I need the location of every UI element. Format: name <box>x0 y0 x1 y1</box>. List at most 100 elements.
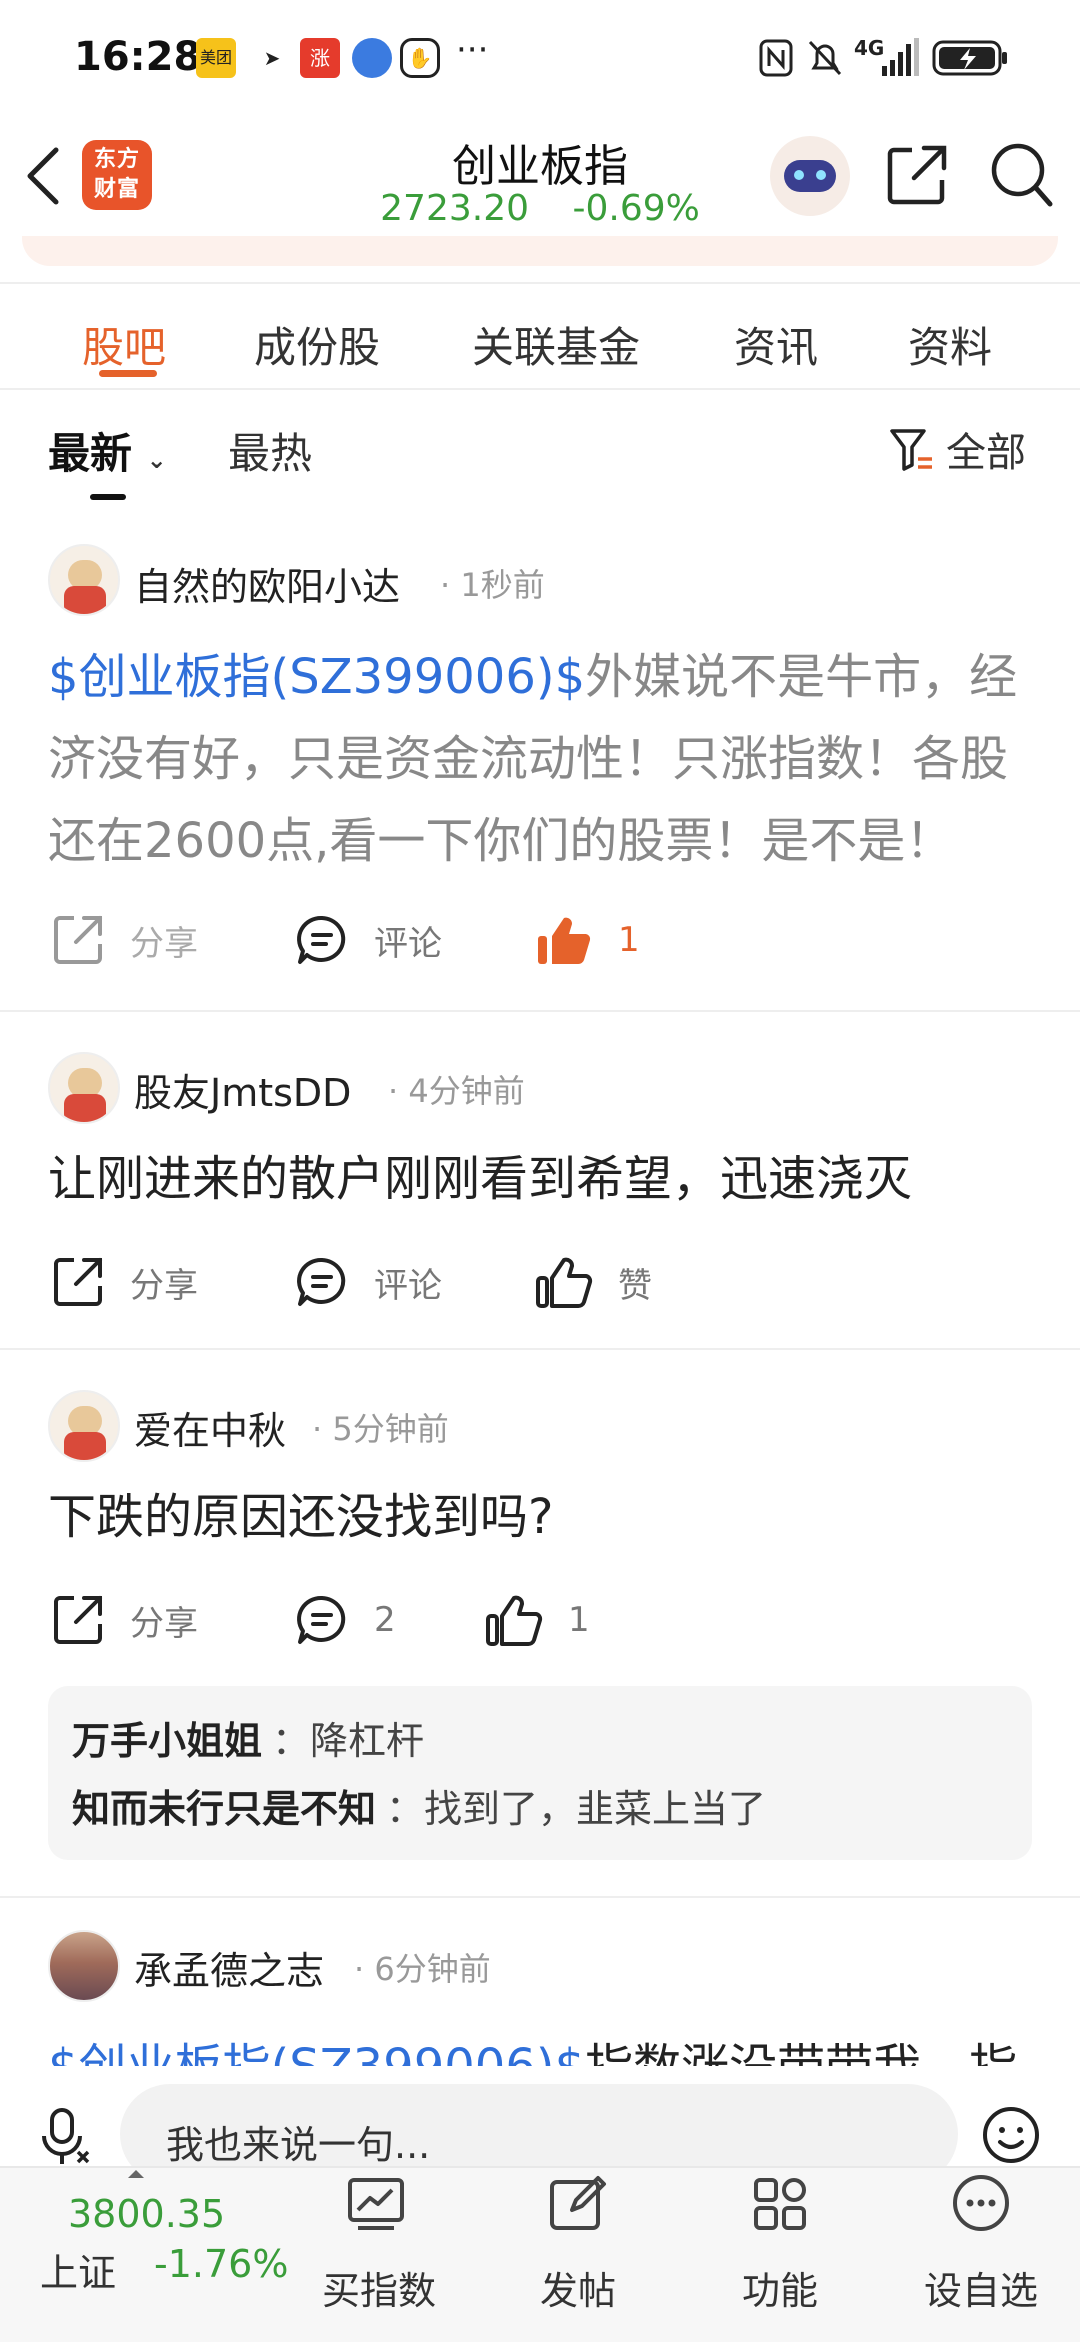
stock-tag-link[interactable]: $创业板指(SZ399006)$ <box>48 2039 585 2066</box>
comment-label: 评论 <box>374 923 442 964</box>
post-item[interactable]: 爱在中秋 · 5分钟前 下跌的原因还没找到吗? 分享 2 1 万手小姐姐 ：降杠杆… <box>0 1348 1080 1898</box>
subtab-indicator <box>90 494 126 500</box>
comment-action[interactable]: 2 <box>294 1592 396 1648</box>
post-time-text: 4分钟前 <box>408 1072 525 1110</box>
emoji-icon[interactable] <box>980 2104 1042 2166</box>
post-author[interactable]: 承孟德之志 <box>134 1940 324 1995</box>
comment-placeholder: 我也来说一句... <box>166 2123 431 2167</box>
post-author[interactable]: 股友JmtsDD <box>134 1062 351 1117</box>
post-author[interactable]: 爱在中秋 <box>134 1400 286 1455</box>
sort-hot[interactable]: 最热 <box>228 420 312 481</box>
share-action[interactable]: 分享 <box>50 912 198 968</box>
post-content[interactable]: 下跌的原因还没找到吗? <box>48 1476 1038 1558</box>
comment-label: 评论 <box>374 1265 442 1306</box>
like-count: 1 <box>618 920 640 960</box>
avatar[interactable] <box>48 544 120 616</box>
comment-bubble-icon <box>297 1257 346 1306</box>
tab-guba[interactable]: 股吧 <box>82 314 166 375</box>
tab-news[interactable]: 资讯 <box>734 314 818 375</box>
share-icon <box>54 1596 102 1644</box>
hand-app-icon: ✋ <box>400 38 440 78</box>
reply-item: 知而未行只是不知 ：找到了，韭菜上当了 <box>72 1778 766 1833</box>
share-label: 分享 <box>130 1265 198 1306</box>
filter-icon <box>890 429 932 471</box>
share-label: 分享 <box>130 923 198 964</box>
avatar[interactable] <box>48 1930 120 2002</box>
sort-latest[interactable]: 最新 ⌄ <box>48 420 167 481</box>
status-time: 16:28 <box>74 34 202 80</box>
more-circle-icon[interactable] <box>950 2172 1012 2234</box>
thumbs-up-filled-icon <box>538 917 591 965</box>
compose-post-icon[interactable] <box>548 2174 608 2234</box>
voice-input-icon[interactable] <box>40 2106 92 2168</box>
comment-count: 2 <box>374 1600 396 1640</box>
expand-caret-icon[interactable] <box>128 2170 144 2178</box>
like-action[interactable]: 1 <box>534 912 640 968</box>
comment-bubble-icon <box>297 1595 346 1644</box>
more-notifications-icon: ··· <box>456 30 489 70</box>
like-count: 1 <box>568 1600 590 1640</box>
tab-components[interactable]: 成份股 <box>254 314 380 375</box>
index-change: -0.69% <box>572 188 700 229</box>
robot-assistant-icon[interactable] <box>770 136 850 216</box>
post-item[interactable]: 自然的欧阳小达 · 1秒前 $创业板指(SZ399006)$外媒说不是牛市，经济… <box>0 520 1080 1012</box>
like-action[interactable]: 1 <box>484 1592 590 1648</box>
nav-buy-index[interactable]: 买指数 <box>322 2260 436 2315</box>
battery-icon <box>932 40 1007 76</box>
buy-index-chart-icon[interactable] <box>346 2174 406 2234</box>
avatar[interactable] <box>48 1052 120 1124</box>
comment-bubble-icon <box>297 915 346 964</box>
reply-item: 万手小姐姐 ：降杠杆 <box>72 1710 424 1765</box>
tab-bar: 股吧 成份股 关联基金 资讯 资料 <box>0 282 1080 390</box>
mute-bell-icon <box>808 40 842 76</box>
tab-related-funds[interactable]: 关联基金 <box>472 314 640 375</box>
nav-post[interactable]: 发帖 <box>540 2260 616 2315</box>
banner-strip <box>22 236 1058 266</box>
status-bar: 16:28 美团 ➤ 涨 ✋ ··· 4G <box>0 0 1080 118</box>
post-item[interactable]: 股友JmtsDD · 4分钟前 让刚进来的散户刚刚看到希望，迅速浇灭 分享 评论… <box>0 1010 1080 1350</box>
reply-preview[interactable]: 万手小姐姐 ：降杠杆 知而未行只是不知 ：找到了，韭菜上当了 <box>48 1686 1032 1860</box>
signal-icon <box>882 38 919 76</box>
share-page-icon[interactable] <box>884 142 950 208</box>
post-author[interactable]: 自然的欧阳小达 <box>134 556 400 611</box>
reply-text: ：找到了，韭菜上当了 <box>386 1787 767 1831</box>
reply-user[interactable]: 知而未行只是不知 <box>72 1787 376 1831</box>
nav-index-name[interactable]: 上证 <box>40 2242 116 2297</box>
comment-action[interactable]: 评论 <box>294 912 442 968</box>
share-label: 分享 <box>130 1603 198 1644</box>
share-icon <box>54 1258 102 1306</box>
post-time-text: 1秒前 <box>460 566 545 604</box>
sort-latest-label: 最新 <box>48 429 133 478</box>
share-icon <box>54 916 102 964</box>
chevron-down-icon: ⌄ <box>146 446 167 474</box>
nav-index-value[interactable]: 3800.35 <box>68 2192 225 2236</box>
thumbs-up-icon <box>536 1257 593 1308</box>
feishu-app-icon: ➤ <box>263 46 281 70</box>
stock-tag-link[interactable]: $创业板指(SZ399006)$ <box>48 649 585 705</box>
post-time-text: 5分钟前 <box>332 1410 449 1448</box>
share-action[interactable]: 分享 <box>50 1592 198 1648</box>
reply-user[interactable]: 万手小姐姐 <box>72 1719 262 1763</box>
comment-action[interactable]: 评论 <box>294 1254 442 1310</box>
nav-add-watchlist[interactable]: 设自选 <box>924 2260 1038 2315</box>
post-item[interactable]: 承孟德之志 · 6分钟前 $创业板指(SZ399006)$指数涨没带带我，指 <box>0 1896 1080 2066</box>
active-tab-indicator <box>99 370 157 377</box>
nfc-icon <box>759 39 793 77</box>
search-icon[interactable] <box>988 140 1054 210</box>
filter-label: 全部 <box>946 430 1026 476</box>
post-time: · 4分钟前 <box>388 1072 525 1110</box>
post-content[interactable]: $创业板指(SZ399006)$外媒说不是牛市，经济没有好，只是资金流动性！只涨… <box>48 636 1038 882</box>
post-content[interactable]: 让刚进来的散户刚刚看到希望，迅速浇灭 <box>48 1138 1038 1220</box>
post-content[interactable]: $创业板指(SZ399006)$指数涨没带带我，指 <box>48 2026 1038 2066</box>
like-action[interactable]: 赞 <box>534 1254 652 1310</box>
functions-grid-icon[interactable] <box>750 2174 810 2234</box>
meituan-app-icon: 美团 <box>196 38 236 78</box>
nav-functions[interactable]: 功能 <box>742 2260 818 2315</box>
avatar[interactable] <box>48 1390 120 1462</box>
share-action[interactable]: 分享 <box>50 1254 198 1310</box>
post-text: 指数涨没带带我，指 <box>585 2039 1017 2066</box>
tab-profile[interactable]: 资料 <box>908 314 992 375</box>
browser-app-icon <box>352 38 392 78</box>
filter-button[interactable]: 全部 <box>888 420 1026 478</box>
nav-index-change[interactable]: -1.76% <box>154 2242 288 2286</box>
